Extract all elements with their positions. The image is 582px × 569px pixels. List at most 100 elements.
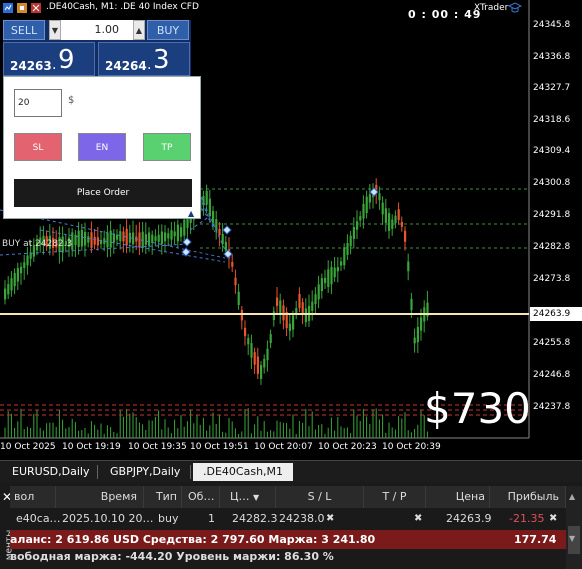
remove-sl-icon[interactable]: ✖ bbox=[326, 508, 334, 530]
chart-icon[interactable] bbox=[3, 3, 13, 13]
col-profit[interactable]: Прибыль bbox=[490, 486, 566, 508]
candle-body bbox=[7, 284, 10, 295]
price-chart[interactable]: BUY at 24282.3 .DE40Cash, M1: .DE 40 Ind… bbox=[0, 0, 582, 460]
brand-label: XTrader bbox=[474, 3, 509, 13]
close-chart-icon[interactable] bbox=[31, 3, 41, 13]
remove-tp-icon[interactable]: ✖ bbox=[414, 508, 422, 530]
tab-de40[interactable]: .DE40Cash,M1 bbox=[193, 463, 294, 481]
y-label: 24273.8 bbox=[533, 274, 571, 284]
pips-input[interactable]: 20 bbox=[14, 89, 62, 117]
candle-body bbox=[394, 215, 397, 224]
candle-body bbox=[295, 308, 298, 313]
buy-button[interactable]: BUY bbox=[147, 20, 189, 40]
sell-button[interactable]: SELL bbox=[3, 20, 45, 40]
lot-stepper[interactable]: ▼ 1.00 ▲ bbox=[49, 20, 145, 40]
candle-body bbox=[176, 224, 179, 242]
tab-divider bbox=[190, 465, 191, 479]
candle-body bbox=[160, 231, 163, 244]
candle-body bbox=[381, 202, 384, 215]
place-order-button[interactable]: Place Order bbox=[14, 179, 192, 207]
candle-body bbox=[237, 291, 240, 306]
toolbox-scrollbar[interactable]: ▲ ▼ bbox=[566, 486, 582, 569]
candle-body bbox=[16, 268, 19, 282]
candle-body bbox=[404, 230, 407, 242]
col-type[interactable]: Тип bbox=[144, 486, 182, 508]
candle-body bbox=[282, 305, 285, 321]
candle-body bbox=[352, 227, 355, 239]
settings-icon[interactable] bbox=[17, 3, 27, 13]
sl-button[interactable]: SL bbox=[14, 133, 62, 161]
en-button[interactable]: EN bbox=[78, 133, 126, 161]
x-label: 10 Oct 19:51 bbox=[190, 442, 249, 452]
scroll-down-icon[interactable]: ▼ bbox=[569, 534, 575, 543]
candle-body bbox=[420, 317, 423, 331]
y-label: 24282.8 bbox=[533, 242, 571, 252]
position-price: 24263.9 bbox=[446, 512, 492, 525]
candle-body bbox=[13, 272, 16, 287]
candle-body bbox=[301, 302, 304, 314]
free-margin-row: вободная маржа: -444.20 Уровень маржи: 8… bbox=[10, 550, 334, 563]
candle-body bbox=[397, 209, 400, 221]
candle-body bbox=[106, 232, 109, 248]
scroll-up-icon[interactable]: ▲ bbox=[569, 492, 575, 501]
candle-body bbox=[362, 203, 365, 219]
col-volume[interactable]: Об… bbox=[182, 486, 220, 508]
tab-eurusd[interactable]: EURUSD,Daily bbox=[2, 463, 99, 481]
candle-body bbox=[20, 266, 23, 274]
col-tp[interactable]: T / P bbox=[364, 486, 426, 508]
collapse-arrow-icon[interactable]: ▲ bbox=[188, 209, 194, 218]
tp-button[interactable]: TP bbox=[143, 133, 191, 161]
position-type: buy bbox=[158, 512, 179, 525]
y-label: 24291.8 bbox=[533, 210, 571, 220]
lot-increase-icon[interactable]: ▲ bbox=[133, 20, 145, 40]
candle-body bbox=[266, 348, 269, 361]
sell-price-pip: 9 bbox=[58, 45, 75, 75]
y-label: 24318.6 bbox=[533, 115, 571, 125]
x-label: 10 Oct 20:07 bbox=[254, 442, 313, 452]
col-time[interactable]: Время bbox=[56, 486, 144, 508]
candle-body bbox=[324, 277, 327, 284]
order-line-label: BUY at 24282.3 bbox=[2, 239, 72, 249]
candle-body bbox=[311, 301, 314, 312]
candle-body bbox=[256, 356, 259, 374]
candle-body bbox=[349, 235, 352, 247]
candle-body bbox=[23, 262, 26, 269]
candle-body bbox=[368, 194, 371, 203]
lot-decrease-icon[interactable]: ▼ bbox=[49, 20, 61, 40]
candle-body bbox=[384, 208, 387, 223]
sell-price-button[interactable]: 24263 . 9 bbox=[3, 42, 95, 76]
position-symbol[interactable]: e40ca… bbox=[16, 508, 61, 530]
candle-body bbox=[272, 311, 275, 321]
position-sl[interactable]: 24238.0 bbox=[279, 508, 325, 530]
candle-body bbox=[10, 278, 13, 291]
col-price[interactable]: Цена bbox=[426, 486, 490, 508]
position-open-price: 24282.3 bbox=[232, 512, 278, 525]
col-open-price-label: Ц… bbox=[230, 490, 250, 503]
col-symbol[interactable]: вол bbox=[10, 486, 56, 508]
chart-tabs: EURUSD,Daily GBPJPY,Daily .DE40Cash,M1 bbox=[0, 460, 582, 482]
x-label: 10 Oct 2025 bbox=[0, 442, 56, 452]
trade-marker-icon bbox=[223, 249, 233, 259]
candle-body bbox=[247, 338, 250, 345]
candle-body bbox=[218, 229, 221, 235]
col-sl[interactable]: S / L bbox=[276, 486, 364, 508]
chart-title: .DE40Cash, M1: .DE 40 Index CFD bbox=[46, 2, 199, 12]
col-open-price[interactable]: Ц… ▼ bbox=[220, 486, 276, 508]
buy-price-pip: 3 bbox=[153, 45, 170, 75]
candle-body bbox=[84, 231, 87, 246]
candle-body bbox=[224, 241, 227, 251]
x-label: 10 Oct 19:19 bbox=[62, 442, 121, 452]
candle-body bbox=[234, 277, 237, 286]
lot-value[interactable]: 1.00 bbox=[95, 20, 120, 40]
close-position-icon[interactable]: ✖ bbox=[549, 508, 557, 530]
candle-body bbox=[87, 236, 90, 243]
graduation-cap-icon bbox=[508, 2, 522, 13]
y-label: 24255.8 bbox=[533, 338, 571, 348]
candle-body bbox=[413, 337, 416, 344]
candle-body bbox=[269, 334, 272, 344]
candle-body bbox=[304, 308, 307, 323]
tab-gbpjpy[interactable]: GBPJPY,Daily bbox=[100, 463, 190, 481]
candle-body bbox=[180, 227, 183, 237]
candle-body bbox=[400, 221, 403, 227]
buy-price-button[interactable]: 24264 . 3 bbox=[98, 42, 190, 76]
